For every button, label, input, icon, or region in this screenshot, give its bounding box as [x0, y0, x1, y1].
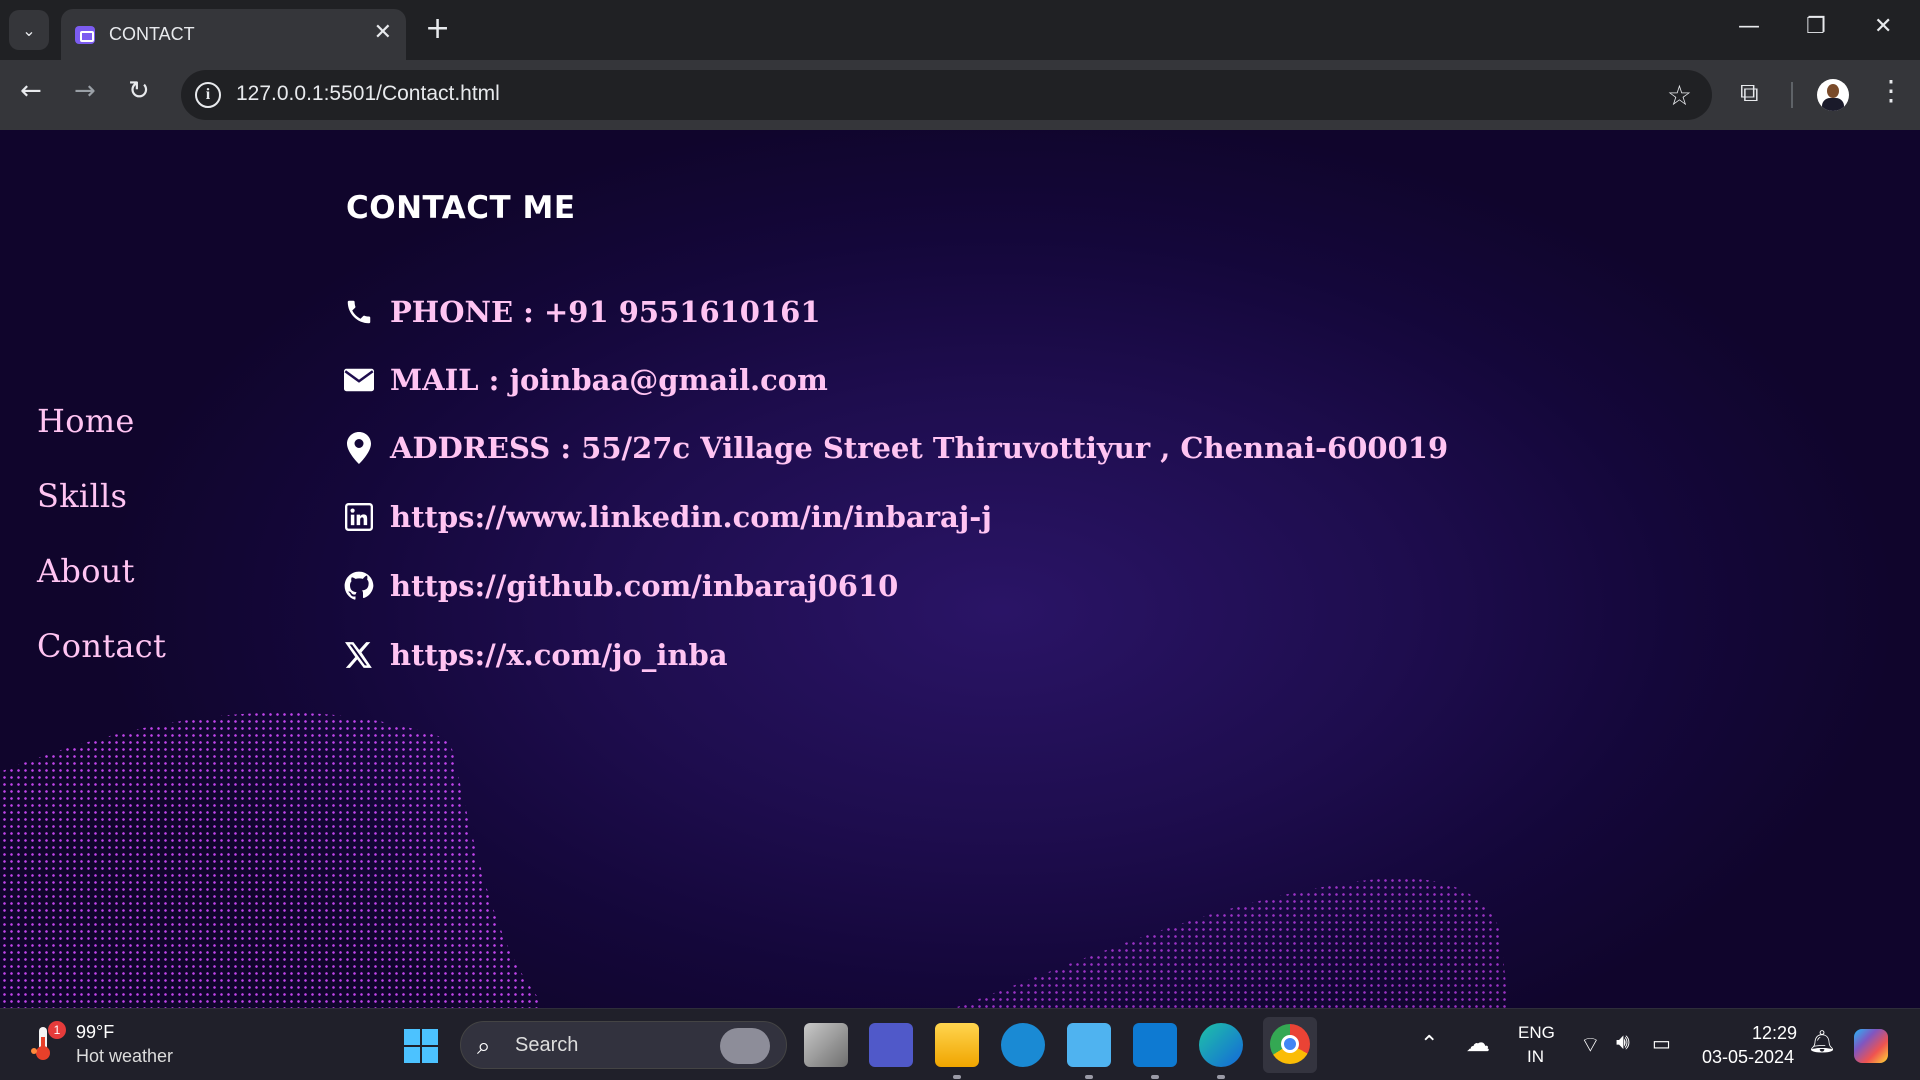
file-explorer-icon[interactable] — [935, 1023, 979, 1067]
nav-link-contact[interactable]: Contact — [37, 627, 166, 665]
decorative-dot-wave-right — [920, 870, 1510, 1008]
bookmark-star-icon[interactable]: ☆ — [1667, 79, 1692, 112]
search-highlight-koala-icon — [720, 1028, 770, 1064]
weather-description[interactable]: Hot weather — [76, 1046, 173, 1067]
avatar-face — [1827, 84, 1839, 98]
weather-temperature[interactable]: 99°F — [76, 1022, 114, 1043]
remote-desktop-icon[interactable] — [1001, 1023, 1045, 1067]
task-view-icon[interactable] — [804, 1023, 848, 1067]
thermometer-icon[interactable]: 1 — [30, 1021, 66, 1063]
address-bar[interactable]: i 127.0.0.1:5501/Contact.html ☆ — [181, 70, 1712, 120]
contact-x-row: https://x.com/jo_inba — [344, 638, 728, 672]
github-link[interactable]: https://github.com/inbaraj0610 — [390, 569, 898, 603]
browser-tab-contact[interactable]: CONTACT ✕ — [61, 9, 406, 60]
edge-icon[interactable] — [1199, 1023, 1243, 1067]
search-icon: ⌕ — [477, 1032, 491, 1060]
search-label: Search — [515, 1034, 579, 1056]
language-region[interactable]: IN — [1527, 1047, 1544, 1067]
teams-icon[interactable] — [869, 1023, 913, 1067]
profile-avatar[interactable] — [1817, 79, 1849, 111]
page-title: CONTACT ME — [346, 190, 576, 226]
tab-title: CONTACT — [109, 24, 195, 44]
tab-favicon-icon — [75, 25, 95, 44]
contact-mail-row: MAIL : joinbaa@gmail.com — [344, 363, 828, 397]
mail-icon — [344, 364, 374, 396]
chrome-active-slot[interactable] — [1263, 1017, 1317, 1073]
linkedin-link[interactable]: https://www.linkedin.com/in/inbaraj-j — [390, 500, 992, 534]
back-button[interactable]: ← — [20, 78, 42, 104]
windows-taskbar: 1 99°F Hot weather ⌕ Search ⌃ ☁ ENG IN ⌔… — [0, 1008, 1920, 1080]
side-navigation: Home Skills About Contact — [37, 402, 166, 702]
weather-badge: 1 — [48, 1021, 66, 1039]
browser-toolbar: ← → ↻ i 127.0.0.1:5501/Contact.html ☆ ⧉ … — [0, 60, 1920, 130]
chrome-icon-center — [1281, 1035, 1299, 1053]
edge-running-indicator — [1217, 1075, 1225, 1079]
nav-link-skills[interactable]: Skills — [37, 477, 166, 515]
site-info-icon[interactable]: i — [195, 82, 221, 108]
restore-button[interactable]: ❐ — [1806, 14, 1826, 39]
contact-page: Home Skills About Contact CONTACT ME PHO… — [0, 130, 1920, 1008]
nav-link-home[interactable]: Home — [37, 402, 166, 440]
windows-start-button[interactable] — [404, 1029, 438, 1063]
taskbar-search-box[interactable]: ⌕ Search — [460, 1021, 787, 1069]
contact-phone-row: PHONE : +91 9551610161 — [344, 295, 821, 329]
tab-search-button[interactable]: ⌄ — [9, 10, 49, 50]
address-text: ADDRESS : 55/27c Village Street Thiruvot… — [390, 431, 1449, 465]
x-twitter-icon — [344, 639, 374, 671]
minimize-button[interactable]: — — [1738, 14, 1760, 39]
nav-link-about[interactable]: About — [37, 552, 166, 590]
phone-text: PHONE : +91 9551610161 — [390, 295, 821, 329]
vscode-icon[interactable] — [1133, 1023, 1177, 1067]
vscode-running-indicator — [1151, 1075, 1159, 1079]
clock-time[interactable]: 12:29 — [1752, 1023, 1797, 1044]
contact-github-row: https://github.com/inbaraj0610 — [344, 569, 898, 603]
chevron-down-icon: ⌄ — [22, 20, 36, 40]
notepad-icon[interactable] — [1067, 1023, 1111, 1067]
browser-menu-icon[interactable]: ⋮ — [1877, 74, 1905, 107]
onedrive-cloud-icon[interactable]: ☁ — [1466, 1029, 1490, 1058]
contact-linkedin-row: https://www.linkedin.com/in/inbaraj-j — [344, 500, 992, 534]
reload-button[interactable]: ↻ — [128, 78, 150, 104]
file-explorer-running-indicator — [953, 1075, 961, 1079]
wifi-icon[interactable]: ⌔ — [1580, 1031, 1601, 1059]
linkedin-icon — [344, 501, 374, 533]
phone-icon — [344, 296, 374, 328]
copilot-icon[interactable] — [1854, 1029, 1888, 1063]
browser-tab-strip: ⌄ CONTACT ✕ + — ❐ ✕ — [0, 0, 1920, 60]
contact-address-row: ADDRESS : 55/27c Village Street Thiruvot… — [344, 431, 1448, 465]
battery-icon[interactable]: ▭ — [1652, 1031, 1671, 1056]
language-code[interactable]: ENG — [1518, 1023, 1555, 1043]
x-link[interactable]: https://x.com/jo_inba — [390, 638, 728, 672]
github-icon — [344, 570, 374, 602]
avatar-body — [1822, 98, 1844, 111]
decorative-dot-wave-left — [0, 690, 540, 1008]
toolbar-divider — [1791, 82, 1793, 108]
show-hidden-icons-chevron-icon[interactable]: ⌃ — [1420, 1031, 1438, 1057]
mail-text[interactable]: MAIL : joinbaa@gmail.com — [390, 363, 828, 397]
url-text[interactable]: 127.0.0.1:5501/Contact.html — [236, 82, 500, 106]
clock-date[interactable]: 03-05-2024 — [1702, 1047, 1794, 1068]
notification-bell-icon[interactable]: 🔔︎ — [1808, 1029, 1836, 1055]
location-pin-icon — [344, 432, 374, 464]
notepad-running-indicator — [1085, 1075, 1093, 1079]
extensions-icon[interactable]: ⧉ — [1740, 78, 1759, 109]
new-tab-button[interactable]: + — [425, 14, 450, 44]
close-window-button[interactable]: ✕ — [1874, 14, 1892, 39]
volume-icon[interactable]: 🔊︎ — [1616, 1029, 1630, 1055]
close-tab-icon[interactable]: ✕ — [374, 22, 392, 44]
forward-button[interactable]: → — [74, 78, 96, 104]
